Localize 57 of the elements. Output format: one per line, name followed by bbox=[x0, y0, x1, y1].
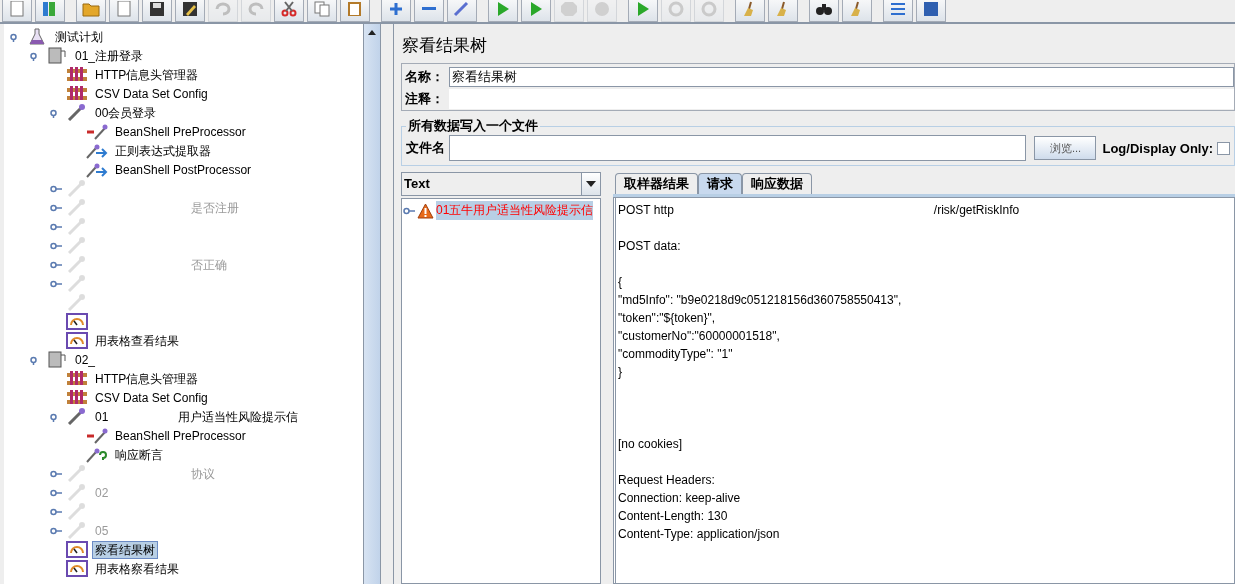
tree-item[interactable]: HTTP信息头管理器 bbox=[92, 65, 202, 84]
tree-item[interactable]: 用户适当性风险提示信 bbox=[175, 407, 302, 426]
folder-icon bbox=[82, 0, 100, 17]
page-icon bbox=[115, 0, 133, 17]
warning-icon bbox=[417, 202, 434, 219]
tab[interactable]: 取样器结果 bbox=[615, 173, 698, 194]
scrollbar[interactable] bbox=[363, 24, 380, 584]
list-icon bbox=[889, 0, 907, 17]
plus-icon bbox=[387, 0, 405, 17]
renderer-dropdown[interactable]: Text bbox=[401, 172, 601, 196]
stop-icon bbox=[560, 0, 578, 17]
pencil-icon bbox=[181, 0, 199, 17]
tree-item[interactable]: 响应断言 bbox=[112, 445, 166, 464]
tree-item[interactable]: HTTP信息头管理器 bbox=[92, 369, 202, 388]
scissors-icon bbox=[280, 0, 298, 17]
name-field[interactable]: 察看结果树 bbox=[449, 67, 1234, 87]
field-label: 注释： bbox=[404, 90, 445, 108]
undo-icon bbox=[214, 0, 232, 17]
expand-handle[interactable] bbox=[403, 205, 415, 216]
request-text: POST data: { "md5Info": "b9e0218d9c051218156d360758550413", "token":"${token}", "customerNo":"60000001518", "commodityType": "1" } [no cookies] Request Headers: Connection: keep-alive Content-Length: 130 Content-Type: application/json bbox=[618, 238, 903, 543]
tree-item[interactable]: 02_ bbox=[72, 350, 99, 369]
file-name-field[interactable] bbox=[449, 135, 1027, 161]
floppy-icon bbox=[148, 0, 166, 17]
tree-item[interactable]: BeanShell PostProcessor bbox=[112, 160, 255, 179]
tab[interactable]: 响应数据 bbox=[742, 173, 812, 194]
toolbar-button[interactable] bbox=[175, 0, 205, 22]
tree-item[interactable]: 用表格察看结果 bbox=[92, 559, 182, 578]
tree-item[interactable]: BeanShell PreProcessor bbox=[112, 122, 249, 141]
tree-item[interactable]: 01 bbox=[92, 407, 112, 426]
tree-item[interactable]: 测试计划 bbox=[52, 27, 106, 46]
caret-icon bbox=[586, 181, 596, 187]
checkbox[interactable] bbox=[1217, 141, 1230, 155]
tree-item[interactable]: CSV Data Set Config bbox=[92, 388, 211, 407]
tree-item[interactable]: 正则表达式提取器 bbox=[112, 141, 214, 160]
scroll-up-arrow-icon[interactable] bbox=[368, 30, 376, 35]
panel-title: 察看结果树 bbox=[401, 35, 488, 57]
tree-item[interactable]: 00会员登录 bbox=[92, 103, 160, 122]
redo-icon bbox=[247, 0, 265, 17]
tab[interactable]: 请求 bbox=[698, 173, 742, 194]
request-line: /risk/getRiskInfo bbox=[933, 203, 1020, 217]
minus-icon bbox=[422, 7, 436, 10]
field-label: 文件名 bbox=[406, 139, 445, 157]
field-label: 名称： bbox=[404, 68, 445, 86]
toolbar-button[interactable] bbox=[142, 0, 172, 22]
comment-field[interactable] bbox=[449, 89, 1234, 109]
tree-item[interactable]: 用表格查看结果 bbox=[92, 331, 182, 350]
field-label: Log/Display Only: bbox=[1102, 140, 1213, 156]
request-line: POST http bbox=[618, 203, 674, 217]
page-icon bbox=[8, 0, 26, 17]
toolbar-button[interactable] bbox=[809, 0, 839, 22]
tree-item[interactable]: CSV Data Set Config bbox=[92, 84, 211, 103]
browse-button[interactable]: 浏览... bbox=[1034, 136, 1097, 160]
tree-item[interactable]: BeanShell PreProcessor bbox=[112, 426, 249, 445]
tree-item[interactable]: 01_注册登录 bbox=[72, 46, 147, 65]
tree-item[interactable]: 察看结果树 bbox=[92, 540, 158, 559]
group-title: 所有数据写入一个文件 bbox=[407, 117, 539, 135]
copy-icon bbox=[313, 0, 331, 17]
